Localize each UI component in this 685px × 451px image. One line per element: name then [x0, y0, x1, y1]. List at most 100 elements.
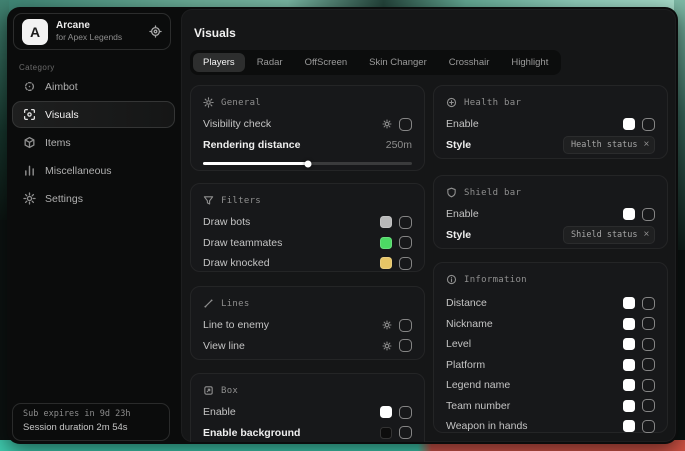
distance-color-swatch[interactable] — [623, 297, 635, 309]
panel-title: Health bar — [464, 98, 521, 108]
distance-checkbox[interactable] — [642, 297, 655, 310]
main-panel: Visuals Players Radar OffScreen Skin Cha… — [181, 9, 676, 442]
health-style-select[interactable]: Health status × — [563, 136, 655, 154]
platform-checkbox[interactable] — [642, 358, 655, 371]
panel-title: Lines — [221, 299, 250, 309]
sidebar-item-settings[interactable]: Settings — [12, 185, 175, 212]
app-title: Arcane — [56, 20, 122, 33]
platform-color-swatch[interactable] — [623, 359, 635, 371]
rendering-distance-row: Rendering distance 250m — [203, 135, 412, 156]
session-duration-text: Session duration 2m 54s — [23, 422, 159, 433]
health-enable-color-swatch[interactable] — [623, 118, 635, 130]
panel-title: Filters — [221, 196, 261, 206]
funnel-icon — [203, 195, 214, 206]
weapon-in-hands-checkbox[interactable] — [642, 420, 655, 433]
box-enable-color-swatch[interactable] — [380, 406, 392, 418]
box-enable-checkbox[interactable] — [399, 406, 412, 419]
gear-icon — [23, 192, 36, 205]
keybind-gear-icon[interactable] — [382, 320, 392, 330]
tab-bar: Players Radar OffScreen Skin Changer Cro… — [190, 50, 561, 75]
level-row: Level — [446, 334, 655, 355]
panel-title: Box — [221, 386, 238, 396]
health-enable-checkbox[interactable] — [642, 118, 655, 131]
arcane-menu-window: A Arcane for Apex Legends Category — [7, 7, 678, 444]
team-number-checkbox[interactable] — [642, 399, 655, 412]
tab-offscreen[interactable]: OffScreen — [295, 53, 358, 72]
team-number-row: Team number — [446, 396, 655, 417]
setting-label: Line to enemy — [203, 319, 382, 331]
health-enable-row: Enable — [446, 114, 655, 135]
focus-eye-icon — [23, 108, 36, 121]
setting-label: View line — [203, 340, 382, 352]
panel-title: General — [221, 98, 261, 108]
shield-style-select[interactable]: Shield status × — [563, 226, 655, 244]
weapon-in-hands-color-swatch[interactable] — [623, 420, 635, 432]
draw-bots-row: Draw bots — [203, 212, 412, 233]
legend-name-checkbox[interactable] — [642, 379, 655, 392]
app-logo: A — [22, 19, 48, 45]
nickname-checkbox[interactable] — [642, 317, 655, 330]
draw-bots-color-swatch[interactable] — [380, 216, 392, 228]
legend-name-color-swatch[interactable] — [623, 379, 635, 391]
draw-teammates-checkbox[interactable] — [399, 236, 412, 249]
setting-label: Style — [446, 139, 563, 151]
shield-style-value: Shield status — [571, 230, 638, 240]
draw-knocked-color-swatch[interactable] — [380, 257, 392, 269]
nickname-color-swatch[interactable] — [623, 318, 635, 330]
view-line-checkbox[interactable] — [399, 339, 412, 352]
sidebar-item-miscellaneous[interactable]: Miscellaneous — [12, 157, 175, 184]
information-panel-header: Information — [446, 272, 655, 287]
rendering-distance-slider[interactable] — [203, 162, 412, 165]
keybind-gear-icon[interactable] — [382, 341, 392, 351]
box-background-checkbox[interactable] — [399, 426, 412, 439]
gear-icon — [203, 97, 214, 108]
setting-label: Distance — [446, 297, 623, 309]
platform-row: Platform — [446, 355, 655, 376]
box-background-color-swatch[interactable] — [380, 427, 392, 439]
sidebar-item-aimbot[interactable]: Aimbot — [12, 73, 175, 100]
visibility-check-checkbox[interactable] — [399, 118, 412, 131]
shield-icon — [446, 187, 457, 198]
lines-panel-header: Lines — [203, 296, 412, 311]
shield-enable-checkbox[interactable] — [642, 208, 655, 221]
tab-crosshair[interactable]: Crosshair — [439, 53, 500, 72]
nickname-row: Nickname — [446, 314, 655, 335]
panel-title: Shield bar — [464, 188, 521, 198]
line-to-enemy-checkbox[interactable] — [399, 319, 412, 332]
draw-knocked-row: Draw knocked — [203, 253, 412, 274]
app-meta: Arcane for Apex Legends — [56, 20, 122, 43]
tab-players[interactable]: Players — [193, 53, 245, 72]
level-color-swatch[interactable] — [623, 338, 635, 350]
team-number-color-swatch[interactable] — [623, 400, 635, 412]
setting-label: Style — [446, 229, 563, 241]
clear-icon[interactable]: × — [644, 139, 650, 150]
keybind-gear-icon[interactable] — [382, 119, 392, 129]
legend-name-row: Legend name — [446, 375, 655, 396]
setting-label: Enable — [446, 208, 623, 220]
tab-skin-changer[interactable]: Skin Changer — [359, 53, 437, 72]
clear-icon[interactable]: × — [644, 229, 650, 240]
line-to-enemy-row: Line to enemy — [203, 315, 412, 336]
aperture-gear-icon[interactable] — [149, 25, 162, 38]
draw-teammates-color-swatch[interactable] — [380, 237, 392, 249]
setting-label: Draw knocked — [203, 257, 380, 269]
tab-highlight[interactable]: Highlight — [501, 53, 558, 72]
page-title: Visuals — [194, 26, 676, 40]
lines-panel: Lines Line to enemy — [190, 286, 425, 360]
general-panel: General Visibility check — [190, 85, 425, 171]
sidebar-item-visuals[interactable]: Visuals — [12, 101, 175, 128]
sidebar-item-items[interactable]: Items — [12, 129, 175, 156]
subscription-card: Sub expires in 9d 23h Session duration 2… — [12, 403, 170, 441]
right-column: Health bar Enable Style H — [433, 85, 668, 442]
distance-row: Distance — [446, 293, 655, 314]
draw-knocked-checkbox[interactable] — [399, 257, 412, 270]
tab-radar[interactable]: Radar — [247, 53, 293, 72]
level-checkbox[interactable] — [642, 338, 655, 351]
box-background-row: Enable background — [203, 423, 412, 443]
shield-enable-color-swatch[interactable] — [623, 208, 635, 220]
setting-label: Platform — [446, 359, 623, 371]
slider-thumb[interactable] — [304, 160, 311, 167]
setting-label: Enable — [446, 118, 623, 130]
sidebar-item-label: Aimbot — [45, 81, 78, 93]
draw-bots-checkbox[interactable] — [399, 216, 412, 229]
